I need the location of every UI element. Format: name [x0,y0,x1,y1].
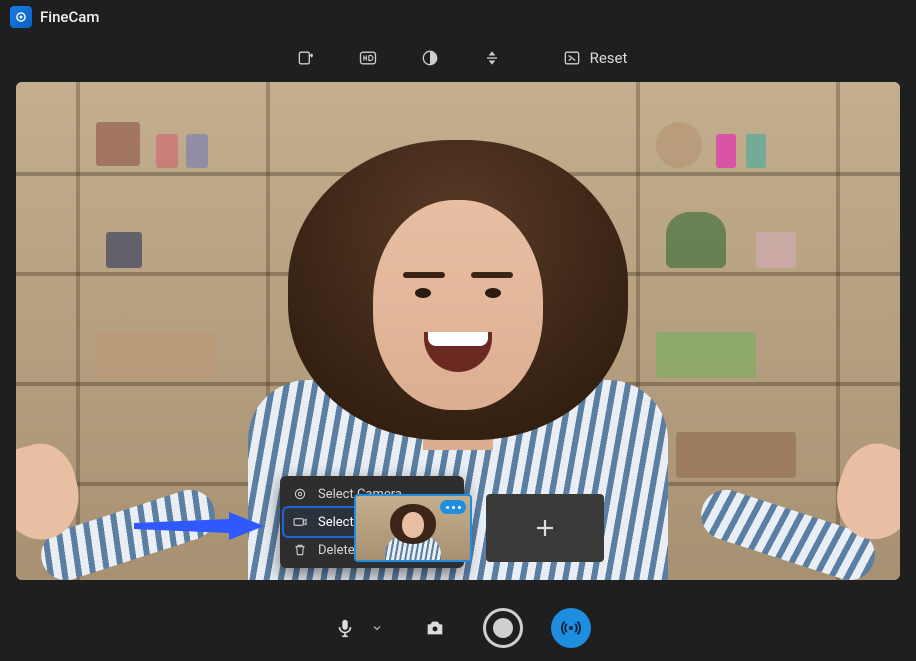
stream-button[interactable] [551,608,591,648]
mic-control [325,608,387,648]
plus-icon [533,516,557,540]
hd-icon[interactable] [351,41,385,75]
contrast-icon[interactable] [413,41,447,75]
scene-thumbnail[interactable] [354,494,472,562]
record-button[interactable] [483,608,523,648]
flip-vertical-icon[interactable] [475,41,509,75]
top-toolbar: Reset [0,34,916,82]
record-icon [493,618,513,638]
add-scene-button[interactable] [486,494,604,562]
reset-label: Reset [590,49,628,67]
microphone-icon [334,617,356,639]
camera-icon [424,617,446,639]
snapshot-button[interactable] [415,608,455,648]
reset-icon [562,48,582,68]
video-preview[interactable]: Select Camera Select Phone Camera Delete… [16,82,900,580]
reset-button[interactable]: Reset [562,48,628,68]
microphone-button[interactable] [325,608,365,648]
scene-options-icon[interactable] [440,500,466,514]
scene-tray [354,494,604,562]
broadcast-icon [560,617,582,639]
rotate-icon[interactable] [289,41,323,75]
bottom-control-bar [0,595,916,661]
app-logo-icon [10,6,32,28]
titlebar: FineCam [0,0,916,34]
chevron-down-icon [371,622,383,634]
microphone-dropdown[interactable] [367,608,387,648]
app-name: FineCam [40,8,99,26]
